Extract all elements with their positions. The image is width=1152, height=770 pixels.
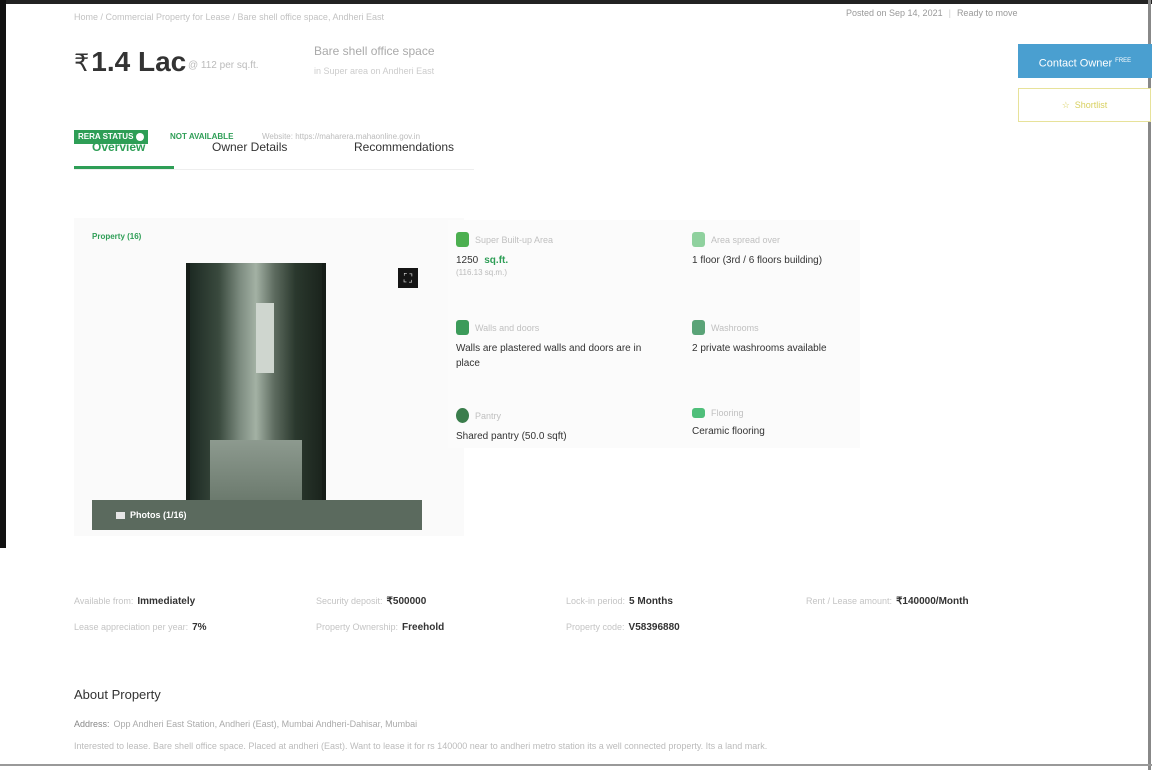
frame-left-edge: [0, 0, 6, 548]
breadcrumb[interactable]: Home / Commercial Property for Lease / B…: [74, 12, 384, 22]
pantry-icon: [456, 408, 469, 423]
detail-value: ₹500000: [386, 596, 427, 607]
detail-property-code: Property code: V58396880: [566, 622, 680, 633]
feature-value: Walls are plastered walls and doors are …: [456, 343, 642, 369]
detail-label: Lock-in period:: [566, 596, 626, 606]
free-badge: FREE: [1115, 58, 1132, 64]
address-value: Opp Andheri East Station, Andheri (East)…: [113, 719, 418, 729]
contact-owner-label: Contact Owner: [1038, 57, 1113, 70]
detail-value: V58396880: [628, 622, 680, 633]
address-label: Address:: [74, 719, 110, 729]
tabs-divider: [74, 169, 474, 170]
posted-date: Posted on Sep 14, 2021: [846, 8, 943, 18]
detail-value: Immediately: [137, 596, 196, 607]
detail-rent-amount: Rent / Lease amount: ₹140000/Month: [806, 596, 969, 607]
about-property-title: About Property: [74, 687, 161, 702]
photo-corridor-end: [256, 303, 274, 373]
listing-subtitle: in Super area on Andheri East: [314, 66, 435, 76]
feature-value: Shared pantry (50.0 sqft): [456, 431, 567, 442]
feature-value: 1 floor (3rd / 6 floors building): [692, 255, 823, 266]
detail-label: Lease appreciation per year:: [74, 622, 189, 632]
detail-security-deposit: Security deposit: ₹500000: [316, 596, 426, 607]
detail-value: 5 Months: [629, 596, 673, 607]
feature-label: Pantry: [475, 410, 502, 421]
posted-status: Ready to move: [956, 8, 1018, 18]
detail-label: Property code:: [566, 622, 625, 632]
feature-value: 1250 sq.ft.: [456, 253, 666, 268]
feature-value: 2 private washrooms available: [692, 343, 827, 354]
detail-value: 7%: [192, 622, 207, 633]
floor-icon: [692, 232, 705, 247]
feature-flooring: Flooring Ceramic flooring: [692, 408, 902, 439]
posted-separator: |: [948, 8, 951, 18]
star-icon: ☆: [1061, 100, 1070, 110]
flooring-icon: [692, 408, 705, 418]
frame-top-edge: [0, 0, 1152, 4]
feature-pantry: Pantry Shared pantry (50.0 sqft): [456, 408, 666, 444]
feature-label: Washrooms: [711, 322, 759, 333]
posted-info: Posted on Sep 14, 2021 | Ready to move: [846, 8, 1017, 18]
property-photo[interactable]: [186, 263, 326, 530]
currency-symbol: ₹: [74, 50, 90, 77]
contact-owner-button[interactable]: Contact Owner FREE: [1018, 44, 1152, 78]
detail-available-from: Available from: Immediately: [74, 596, 195, 607]
tab-overview[interactable]: Overview: [92, 140, 145, 154]
detail-label: Available from:: [74, 596, 134, 606]
gallery-section-label: Property (16): [92, 232, 142, 241]
feature-super-area: Super Built-up Area 1250 sq.ft. (116.13 s…: [456, 232, 666, 277]
detail-label: Rent / Lease amount:: [806, 596, 893, 606]
feature-washrooms: Washrooms 2 private washrooms available: [692, 320, 902, 356]
shortlist-button[interactable]: ☆ Shortlist: [1018, 88, 1151, 122]
feature-label: Walls and doors: [475, 322, 540, 333]
area-icon: [456, 232, 469, 247]
tab-recommendations[interactable]: Recommendations: [354, 140, 454, 154]
price: ₹1.4 Lac: [74, 46, 186, 78]
property-address: Address: Opp Andheri East Station, Andher…: [74, 719, 417, 729]
feature-label: Area spread over: [711, 234, 781, 245]
photos-count-button[interactable]: Photos (1/16): [92, 500, 422, 530]
feature-label: Flooring: [711, 408, 744, 418]
expand-icon[interactable]: ⛶: [398, 268, 418, 288]
frame-bottom-edge: [0, 764, 1152, 766]
area-value: 1250: [456, 255, 479, 266]
washroom-icon: [692, 320, 705, 335]
feature-walls-doors: Walls and doors Walls are plastered wall…: [456, 320, 666, 371]
area-unit-selector[interactable]: sq.ft.: [484, 255, 508, 266]
price-value: 1.4 Lac: [91, 46, 187, 77]
feature-value: Ceramic flooring: [692, 426, 765, 437]
feature-label: Super Built-up Area: [475, 234, 554, 245]
detail-label: Property Ownership:: [316, 622, 399, 632]
property-description: Interested to lease. Bare shell office s…: [74, 741, 768, 751]
walls-icon: [456, 320, 469, 335]
tab-owner-details[interactable]: Owner Details: [212, 140, 287, 154]
detail-value: ₹140000/Month: [896, 596, 969, 607]
area-sqm: (116.13 sq.m.): [456, 268, 507, 277]
detail-lock-in-period: Lock-in period: 5 Months: [566, 596, 673, 607]
detail-property-ownership: Property Ownership: Freehold: [316, 622, 444, 633]
detail-label: Security deposit:: [316, 596, 383, 606]
detail-value: Freehold: [402, 622, 445, 633]
camera-icon: [116, 512, 125, 520]
shortlist-label: Shortlist: [1074, 100, 1108, 110]
listing-title: Bare shell office space: [314, 44, 435, 58]
photos-count-label: Photos (1/16): [130, 510, 187, 520]
price-per-sqft: @ 112 per sq.ft.: [188, 60, 259, 71]
detail-lease-appreciation: Lease appreciation per year: 7%: [74, 622, 207, 633]
feature-area-spread: Area spread over 1 floor (3rd / 6 floors…: [692, 232, 902, 268]
